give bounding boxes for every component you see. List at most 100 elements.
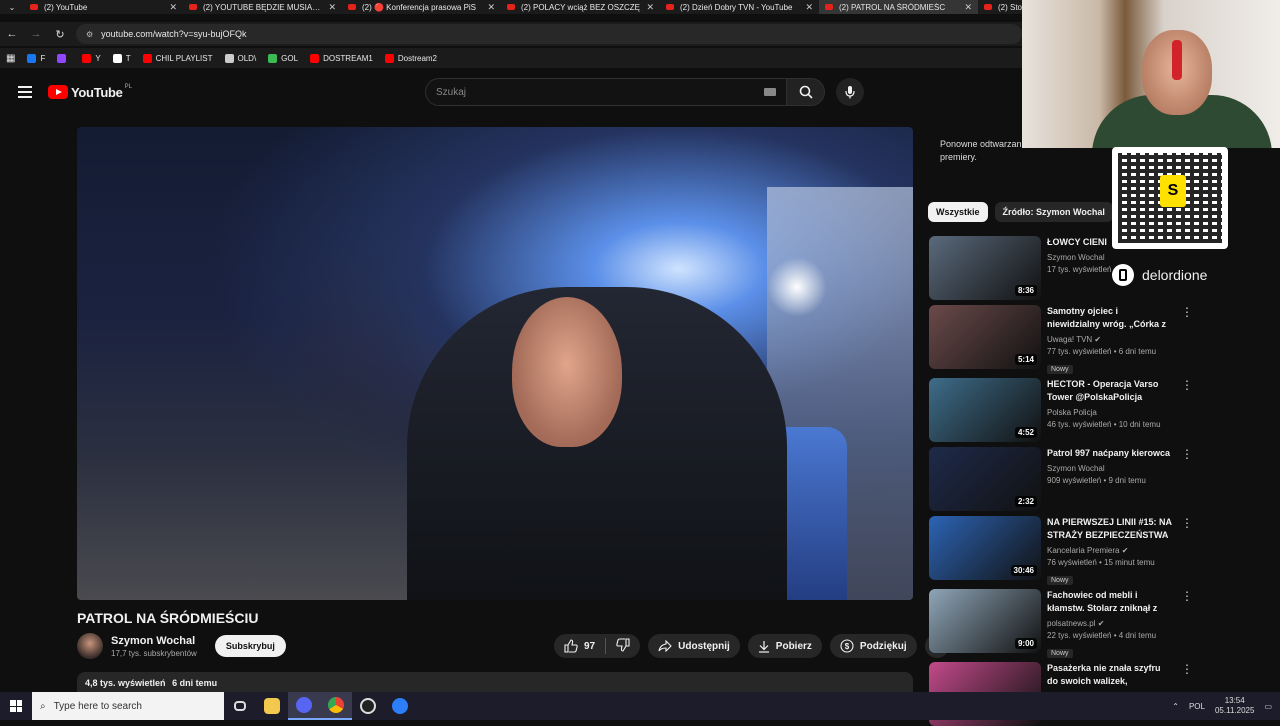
filter-chip[interactable]: Wszystkie bbox=[928, 202, 988, 222]
bookmark-item[interactable]: OLD\ bbox=[224, 53, 256, 63]
recommended-title[interactable]: Samotny ojciec i niewidzialny wróg. „Cór… bbox=[1047, 305, 1183, 331]
browser-tab[interactable]: (2) YouTube ✕ bbox=[24, 0, 183, 14]
tray-chevron-icon[interactable]: ⌃ bbox=[1172, 702, 1179, 711]
recommended-title[interactable]: Pasażerka nie znała szyfru do swoich wal… bbox=[1047, 662, 1183, 688]
forward-icon[interactable]: → bbox=[24, 28, 48, 40]
bookmark-item[interactable]: GOL bbox=[268, 53, 298, 63]
browser-tab[interactable]: (2) PATROL NA ŚRÓDMIEŚC ✕ bbox=[819, 0, 978, 14]
app-icon[interactable] bbox=[384, 692, 416, 720]
dislike-button[interactable] bbox=[616, 637, 630, 655]
recommended-meta: 22 tys. wyświetleń • 4 dni temu bbox=[1047, 631, 1157, 640]
taskbar-search-input[interactable]: ⌕ Type here to search bbox=[32, 692, 224, 720]
apps-icon[interactable]: ▦ bbox=[6, 53, 15, 64]
browser-tab[interactable]: (2) 🔴 Konferencja prasowa PiS ✕ bbox=[342, 0, 501, 14]
start-button[interactable] bbox=[0, 692, 32, 720]
video-actions: 97 Udostępnij Pobierz $ Podziękuj ⋯ bbox=[554, 634, 949, 658]
more-options-icon[interactable]: ⋮ bbox=[1181, 516, 1193, 530]
browser-tab[interactable]: (2) POLACY wciąż BEZ OSZCZĘ ✕ bbox=[501, 0, 660, 14]
recommended-video[interactable]: 2:32 Patrol 997 naćpany kierowca Szymon Wo… bbox=[929, 447, 1193, 511]
filter-chips: Wszystkie Źródło: Szymon Wochal bbox=[928, 202, 1120, 222]
video-player[interactable] bbox=[77, 127, 913, 600]
discord-icon[interactable] bbox=[288, 692, 320, 720]
clock[interactable]: 13:54 05.11.2025 bbox=[1215, 696, 1254, 716]
recommended-channel[interactable]: Szymon Wochal bbox=[1047, 463, 1183, 475]
task-view-icon[interactable] bbox=[224, 692, 256, 720]
recommended-title[interactable]: HECTOR - Operacja Varso Tower @PolskaPol… bbox=[1047, 378, 1183, 404]
like-button[interactable]: 97 bbox=[564, 639, 595, 653]
language-indicator[interactable]: POL bbox=[1189, 702, 1205, 711]
bookmark-item[interactable]: Dostream2 bbox=[384, 53, 437, 63]
bookmark-item[interactable] bbox=[57, 53, 70, 63]
more-options-icon[interactable]: ⋮ bbox=[1181, 662, 1193, 676]
close-tab-icon[interactable]: ✕ bbox=[328, 2, 336, 13]
description-box[interactable]: 4,8 tys. wyświetleń 6 dni temu bbox=[77, 672, 913, 694]
recommended-channel[interactable]: Polska Policja bbox=[1047, 407, 1183, 419]
tab-search-icon[interactable]: ⌄ bbox=[0, 0, 24, 14]
video-thumbnail[interactable]: 8:36 bbox=[929, 236, 1041, 300]
recommended-channel[interactable]: Szymon Wochal bbox=[1047, 252, 1183, 264]
bookmark-item[interactable]: Y bbox=[82, 53, 101, 63]
more-options-icon[interactable]: ⋮ bbox=[1181, 378, 1193, 392]
reload-icon[interactable]: ↻ bbox=[48, 28, 72, 41]
recommended-meta: 77 tys. wyświetleń • 6 dni temu bbox=[1047, 347, 1157, 356]
download-button[interactable]: Pobierz bbox=[747, 634, 822, 658]
bookmark-favicon-icon bbox=[384, 53, 394, 63]
channel-avatar[interactable] bbox=[77, 633, 103, 659]
close-tab-icon[interactable]: ✕ bbox=[487, 2, 495, 13]
site-info-icon[interactable]: ⚙ bbox=[86, 30, 93, 39]
recommended-channel[interactable]: Uwaga! TVN ✔ bbox=[1047, 334, 1183, 346]
recommended-title[interactable]: Fachowiec od mebli i kłamstw. Stolarz zn… bbox=[1047, 589, 1183, 615]
video-thumbnail[interactable]: 5:14 bbox=[929, 305, 1041, 369]
voice-search-button[interactable] bbox=[836, 78, 864, 106]
bookmark-item[interactable]: F bbox=[27, 53, 45, 63]
subscribe-button[interactable]: Subskrybuj bbox=[214, 635, 286, 657]
recommended-channel[interactable]: Kancelaria Premiera ✔ bbox=[1047, 545, 1183, 557]
bookmark-item[interactable]: T bbox=[112, 53, 131, 63]
filter-chip[interactable]: Źródło: Szymon Wochal bbox=[994, 202, 1113, 222]
browser-tab[interactable]: (2) YOUTUBE BĘDZIE MUSIAŁ U ✕ bbox=[183, 0, 342, 14]
video-thumbnail[interactable]: 30:46 bbox=[929, 516, 1041, 580]
bookmark-item[interactable]: DOSTREAM1 bbox=[310, 53, 373, 63]
browser-tab[interactable]: (2) Dzień Dobry TVN - YouTube ✕ bbox=[660, 0, 819, 14]
notification-icon[interactable]: ▭ bbox=[1264, 702, 1272, 711]
close-tab-icon[interactable]: ✕ bbox=[169, 2, 177, 13]
video-thumbnail[interactable]: 4:52 bbox=[929, 378, 1041, 442]
keyboard-icon[interactable] bbox=[764, 88, 776, 96]
system-tray: ⌃ POL 13:54 05.11.2025 ▭ bbox=[1172, 692, 1280, 720]
recommended-video[interactable]: 4:52 HECTOR - Operacja Varso Tower @Polsk… bbox=[929, 378, 1193, 442]
chrome-icon[interactable] bbox=[320, 692, 352, 720]
video-thumbnail[interactable]: 2:32 bbox=[929, 447, 1041, 511]
video-thumbnail[interactable]: 9:00 bbox=[929, 589, 1041, 653]
menu-icon[interactable] bbox=[18, 83, 32, 101]
more-options-icon[interactable]: ⋮ bbox=[1181, 305, 1193, 319]
recommended-title[interactable]: NA PIERWSZEJ LINII #15: NA STRAŻY BEZPIE… bbox=[1047, 516, 1183, 542]
thumbs-up-icon bbox=[564, 639, 578, 653]
recommended-video[interactable]: 30:46 NA PIERWSZEJ LINII #15: NA STRAŻY B… bbox=[929, 516, 1193, 587]
thumbs-down-icon bbox=[616, 637, 630, 652]
close-tab-icon[interactable]: ✕ bbox=[805, 2, 813, 13]
share-button[interactable]: Udostępnij bbox=[648, 634, 740, 658]
youtube-logo[interactable]: YouTube PL bbox=[48, 84, 132, 100]
url-field[interactable]: ⚙ youtube.com/watch?v=syu-bujOFQk bbox=[76, 24, 1022, 44]
recommended-video[interactable]: 9:00 Fachowiec od mebli i kłamstw. Stolar… bbox=[929, 589, 1193, 660]
close-tab-icon[interactable]: ✕ bbox=[964, 2, 972, 13]
bookmark-item[interactable]: CHIL PLAYLIST bbox=[142, 53, 213, 63]
upload-age: 6 dni temu bbox=[172, 678, 218, 688]
thanks-button[interactable]: $ Podziękuj bbox=[829, 634, 917, 658]
more-options-icon[interactable]: ⋮ bbox=[1181, 589, 1193, 603]
video-frame-light bbox=[767, 257, 827, 317]
recommended-title[interactable]: Patrol 997 naćpany kierowca bbox=[1047, 447, 1183, 460]
recommended-video[interactable]: 5:14 Samotny ojciec i niewidzialny wróg. … bbox=[929, 305, 1193, 376]
search-button[interactable] bbox=[786, 78, 825, 106]
like-dislike-group: 97 bbox=[554, 634, 641, 658]
file-explorer-icon[interactable] bbox=[256, 692, 288, 720]
new-badge: Nowy bbox=[1047, 365, 1073, 374]
close-tab-icon[interactable]: ✕ bbox=[646, 2, 654, 13]
back-icon[interactable]: ← bbox=[0, 28, 24, 40]
search-input[interactable]: Szukaj bbox=[425, 78, 787, 106]
video-frame-face bbox=[512, 297, 622, 447]
channel-name[interactable]: Szymon Wochal bbox=[111, 635, 197, 647]
recommended-channel[interactable]: polsatnews.pl ✔ bbox=[1047, 618, 1183, 630]
obs-icon[interactable] bbox=[352, 692, 384, 720]
more-options-icon[interactable]: ⋮ bbox=[1181, 447, 1193, 461]
